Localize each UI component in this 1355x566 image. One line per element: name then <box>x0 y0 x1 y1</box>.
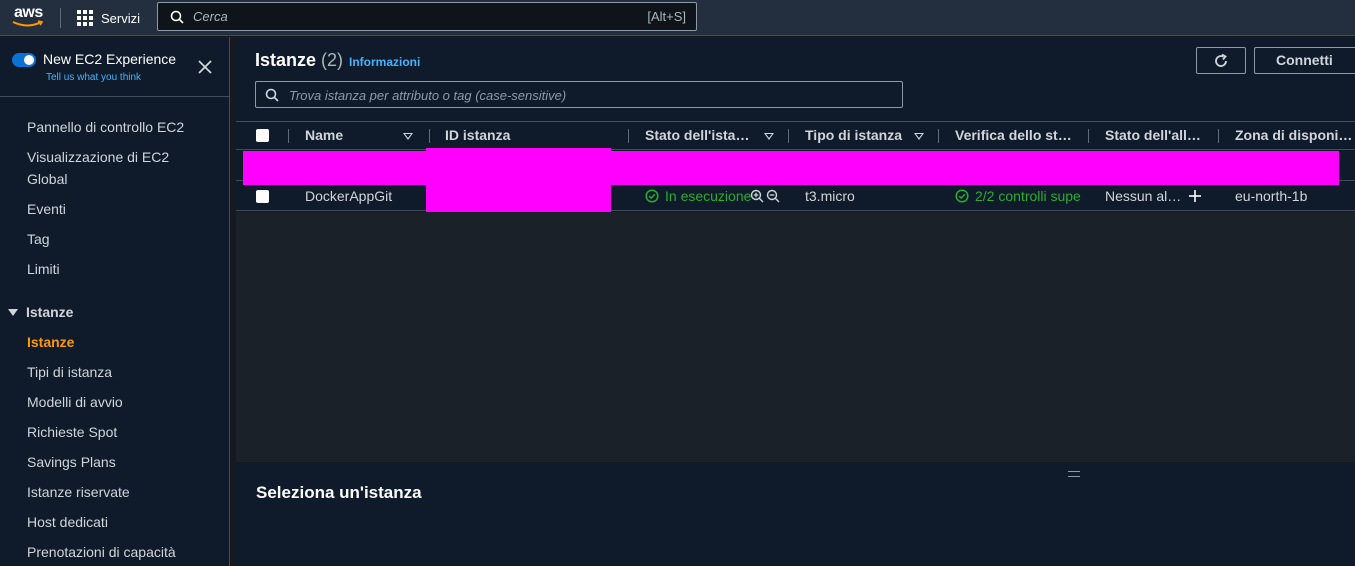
feedback-link[interactable]: Tell us what you think <box>46 72 141 83</box>
zoom-out-icon[interactable] <box>766 189 780 203</box>
page-title-text: Istanze <box>255 50 317 70</box>
redacted-instance-id <box>426 148 611 216</box>
top-navigation: aws Servizi Cerca [Alt+S] <box>0 0 1355 36</box>
search-icon <box>265 88 279 102</box>
experience-title: New EC2 Experience <box>43 51 177 67</box>
column-divider <box>288 129 289 143</box>
connect-button[interactable]: Connetti <box>1254 47 1355 74</box>
sidebar-section-instances[interactable]: Istanze <box>8 304 73 320</box>
grid-icon <box>77 10 93 26</box>
sidebar-item-events[interactable]: Eventi <box>27 198 66 220</box>
column-header-instance-state[interactable]: Stato dell'ista… <box>645 122 755 151</box>
sort-caret-icon[interactable] <box>914 133 924 140</box>
success-check-icon <box>955 189 969 203</box>
close-icon[interactable] <box>197 59 213 75</box>
new-experience-toggle[interactable] <box>12 53 36 67</box>
column-header-name[interactable]: Name <box>305 122 395 151</box>
services-menu-button[interactable]: Servizi <box>77 8 140 28</box>
instance-count: (2) <box>321 50 344 70</box>
main-content: Istanze (2) Informazioni Connetti Trova … <box>236 37 1355 566</box>
column-divider <box>788 129 789 143</box>
redacted-row <box>243 151 1339 185</box>
caret-down-icon <box>8 308 18 316</box>
services-label: Servizi <box>101 10 141 26</box>
info-link[interactable]: Informazioni <box>349 55 420 69</box>
add-alarm-icon[interactable] <box>1188 189 1202 203</box>
sidebar-item-global-view-2[interactable]: Global <box>27 168 67 190</box>
column-header-availability-zone[interactable]: Zona di disponi… <box>1235 122 1355 151</box>
filter-placeholder: Trova istanza per attributo o tag (case-… <box>289 88 567 103</box>
sort-caret-icon[interactable] <box>764 133 774 140</box>
success-check-icon <box>645 189 659 203</box>
instances-panel: Istanze (2) Informazioni Connetti Trova … <box>236 37 1355 462</box>
detail-title: Seleziona un'istanza <box>256 483 422 502</box>
instance-name[interactable]: DockerAppGit <box>305 183 392 209</box>
row-checkbox[interactable] <box>256 190 269 203</box>
sidebar-item-dashboard[interactable]: Pannello di controllo EC2 <box>27 116 184 138</box>
table-header: Name ID istanza Stato dell'ista… Tipo di… <box>236 121 1355 150</box>
column-header-alarm-status[interactable]: Stato dell'all… <box>1105 122 1225 151</box>
refresh-button[interactable] <box>1196 47 1246 74</box>
alarm-status: Nessun al… <box>1105 188 1182 204</box>
sidebar-gutter <box>230 37 234 566</box>
nav-divider <box>60 8 61 28</box>
instance-state-text: In esecuzione <box>665 188 752 204</box>
status-check-text[interactable]: 2/2 controlli supe <box>975 183 1081 209</box>
table-row[interactable] <box>236 151 1355 185</box>
availability-zone: eu-north-1b <box>1235 188 1308 204</box>
instance-filter-input[interactable]: Trova istanza per attributo o tag (case-… <box>255 81 903 108</box>
table-empty-area <box>236 212 1355 462</box>
global-search-input[interactable]: Cerca [Alt+S] <box>157 2 697 31</box>
column-header-status-check[interactable]: Verifica dello st… <box>955 122 1080 151</box>
column-header-instance-id[interactable]: ID istanza <box>445 122 615 151</box>
sidebar-item-tags[interactable]: Tag <box>27 228 50 250</box>
column-divider <box>628 129 629 143</box>
column-header-instance-type[interactable]: Tipo di istanza <box>805 122 905 151</box>
instance-type: t3.micro <box>805 188 855 204</box>
sidebar-item-global-view[interactable]: Visualizzazione di EC2 <box>27 146 169 168</box>
search-shortcut: [Alt+S] <box>647 9 686 24</box>
sidebar-item-savings-plans[interactable]: Savings Plans <box>27 451 116 473</box>
column-divider <box>429 129 430 143</box>
sidebar-item-launch-templates[interactable]: Modelli di avvio <box>27 391 123 413</box>
refresh-icon <box>1215 53 1227 67</box>
sidebar-divider <box>0 96 230 97</box>
sidebar-item-limits[interactable]: Limiti <box>27 258 60 280</box>
sidebar-item-capacity-reservations[interactable]: Prenotazioni di capacità <box>27 541 176 563</box>
section-label: Istanze <box>26 304 74 320</box>
table-row[interactable]: DockerAppGit In esecuzione t3.micro 2/2 … <box>236 183 1355 211</box>
sidebar: New EC2 Experience Tell us what you thin… <box>0 37 230 566</box>
sidebar-item-spot-requests[interactable]: Richieste Spot <box>27 421 117 443</box>
instance-detail-panel <box>236 464 1355 566</box>
instance-state: In esecuzione <box>645 183 751 209</box>
search-icon <box>170 10 184 24</box>
zoom-in-icon[interactable] <box>750 189 764 203</box>
column-divider <box>1088 129 1089 143</box>
column-divider <box>1218 129 1219 143</box>
column-divider <box>938 129 939 143</box>
sidebar-item-instances[interactable]: Istanze <box>27 331 74 353</box>
aws-logo[interactable]: aws <box>12 4 46 30</box>
sidebar-item-instance-types[interactable]: Tipi di istanza <box>27 361 112 383</box>
sidebar-item-dedicated-hosts[interactable]: Host dedicati <box>27 511 108 533</box>
sidebar-item-reserved-instances[interactable]: Istanze riservate <box>27 481 130 503</box>
select-all-checkbox[interactable] <box>256 129 269 142</box>
aws-smile-icon <box>12 20 44 27</box>
page-title: Istanze (2) <box>255 50 343 71</box>
search-placeholder: Cerca <box>193 9 228 24</box>
status-check: 2/2 controlli supe <box>955 183 1088 209</box>
resize-handle-icon[interactable] <box>1068 471 1080 477</box>
sort-caret-icon[interactable] <box>403 133 413 140</box>
